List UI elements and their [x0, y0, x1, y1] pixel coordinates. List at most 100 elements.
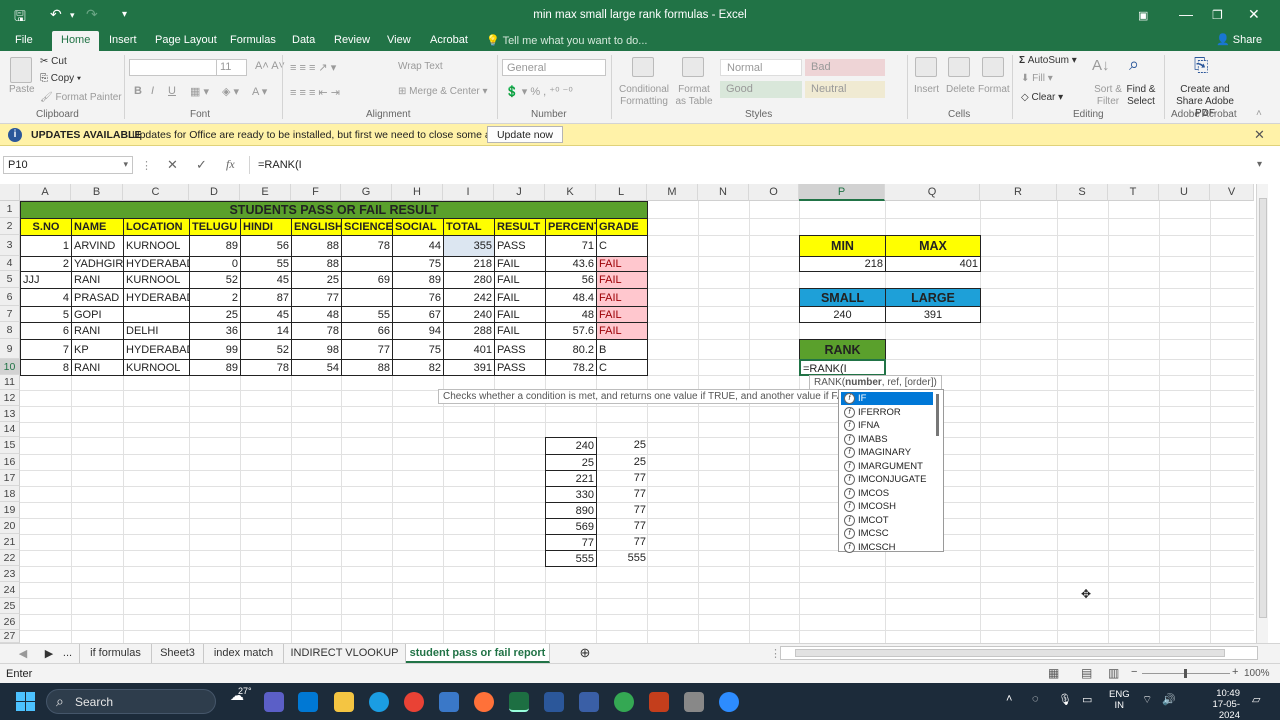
table-cell[interactable]: 355 — [443, 235, 495, 257]
autocomplete-item[interactable]: f IMCOSH — [841, 500, 933, 513]
table-cell[interactable]: FAIL — [596, 256, 648, 272]
autocomplete-item[interactable]: f IMABS — [841, 433, 933, 446]
column-header-h[interactable]: H — [392, 184, 443, 201]
column-header-e[interactable]: E — [240, 184, 291, 201]
number-format-dropdown[interactable]: General — [502, 59, 606, 76]
table-cell[interactable]: ARVIND — [71, 235, 124, 257]
autocomplete-item[interactable]: f IMCSC — [841, 527, 933, 540]
row-header-15[interactable]: 15 — [0, 437, 20, 454]
column-header-i[interactable]: I — [443, 184, 494, 201]
table-cell[interactable]: PRASAD — [71, 288, 124, 307]
table-cell[interactable]: 56 — [240, 235, 292, 257]
table-cell[interactable]: 0 — [189, 256, 241, 272]
style-bad[interactable]: Bad — [805, 59, 885, 76]
table-cell[interactable]: 280 — [443, 271, 495, 289]
fill-button[interactable]: ⬇ Fill ▾ — [1021, 73, 1053, 84]
number-format-icons[interactable]: 💲 ▾ % , ⁺⁰ ⁻⁰ — [505, 85, 573, 98]
sheet-tab-if-formulas[interactable]: if formulas — [80, 644, 152, 663]
autocomplete-item[interactable]: f IF — [841, 392, 933, 405]
wifi-icon[interactable]: ⌔ — [1142, 693, 1152, 707]
font-name-box[interactable] — [129, 59, 217, 76]
style-neutral[interactable]: Neutral — [805, 81, 885, 98]
worksheet-grid[interactable]: STUDENTS PASS OR FAIL RESULT S.NO NAME LOCA… — [20, 201, 1254, 643]
file-explorer-icon[interactable] — [334, 692, 354, 712]
row-header-16[interactable]: 16 — [0, 454, 20, 470]
column-header-r[interactable]: R — [980, 184, 1057, 201]
delete-cells-button[interactable]: Delete — [946, 84, 975, 95]
font-color-icon[interactable]: A ▾ — [252, 85, 267, 98]
table-cell[interactable]: 391 — [443, 359, 495, 376]
page-layout-view-icon[interactable]: ▤ — [1081, 666, 1092, 680]
table-header-cell[interactable]: NAME — [71, 218, 124, 236]
autocomplete-item[interactable]: f IMARGUMENT — [841, 460, 933, 473]
ribbon-display-icon[interactable]: ▣ — [1138, 9, 1148, 22]
table-cell[interactable]: 8 — [20, 359, 72, 376]
table-cell[interactable]: 54 — [291, 359, 342, 376]
side-list-value-cell[interactable]: 240 — [545, 437, 597, 455]
autocomplete-item[interactable]: f IMCSCH — [841, 541, 933, 554]
table-cell[interactable]: HYDERABAD — [123, 339, 190, 360]
sheet-tab-more[interactable]: ... — [56, 644, 80, 663]
table-cell[interactable]: FAIL — [596, 288, 648, 307]
column-header-u[interactable]: U — [1159, 184, 1210, 201]
column-header-v[interactable]: V — [1210, 184, 1254, 201]
autosum-button[interactable]: Σ AutoSum ▾ — [1019, 55, 1077, 66]
italic-icon[interactable]: I — [151, 85, 154, 97]
table-cell[interactable]: KURNOOL — [123, 359, 190, 376]
table-cell[interactable]: 66 — [341, 322, 393, 340]
table-cell[interactable]: C — [596, 359, 648, 376]
side-list-value-cell[interactable]: 569 — [545, 518, 597, 535]
underline-icon[interactable]: U — [168, 85, 176, 97]
table-cell[interactable]: 76 — [392, 288, 444, 307]
column-header-k[interactable]: K — [545, 184, 596, 201]
side-list-result-cell[interactable]: 77 — [596, 470, 648, 487]
table-cell[interactable]: 94 — [392, 322, 444, 340]
mail-icon[interactable] — [298, 692, 318, 712]
column-header-g[interactable]: G — [341, 184, 392, 201]
table-cell[interactable]: 57.6 — [545, 322, 597, 340]
store-icon[interactable] — [439, 692, 459, 712]
row-header-12[interactable]: 12 — [0, 390, 20, 406]
table-cell[interactable]: C — [596, 235, 648, 257]
table-cell[interactable]: 218 — [443, 256, 495, 272]
table-cell[interactable]: 88 — [291, 256, 342, 272]
row-header-13[interactable]: 13 — [0, 406, 20, 422]
row-header-27[interactable]: 27 — [0, 630, 20, 643]
table-cell[interactable]: 48 — [545, 306, 597, 323]
table-cell[interactable]: 89 — [189, 235, 241, 257]
row-header-26[interactable]: 26 — [0, 614, 20, 630]
font-size-box[interactable]: 11 — [216, 59, 247, 76]
tray-overflow-icon[interactable]: ˄ — [1006, 693, 1012, 705]
table-cell[interactable] — [341, 288, 393, 307]
row-header-25[interactable]: 25 — [0, 598, 20, 614]
table-header-cell[interactable]: RESULT — [494, 218, 546, 236]
table-cell[interactable]: 98 — [291, 339, 342, 360]
table-cell[interactable]: 89 — [189, 359, 241, 376]
side-list-value-cell[interactable]: 77 — [545, 534, 597, 551]
rank-formula-edit-cell[interactable]: =RANK(I — [799, 359, 886, 376]
tray-app-icon[interactable]: ◌ — [1032, 693, 1039, 705]
row-header-7[interactable]: 7 — [0, 306, 20, 322]
table-header-cell[interactable]: SCIENCE — [341, 218, 393, 236]
mic-icon[interactable]: 🎙 — [1058, 693, 1072, 706]
delete-cells-icon[interactable] — [948, 57, 970, 77]
powerpoint-icon[interactable] — [649, 692, 669, 712]
column-header-j[interactable]: J — [494, 184, 545, 201]
table-cell[interactable]: 71 — [545, 235, 597, 257]
close-icon[interactable]: ✕ — [1248, 6, 1260, 23]
start-icon[interactable] — [16, 692, 36, 712]
small-label-cell[interactable]: SMALL — [799, 288, 886, 307]
table-cell[interactable]: 240 — [443, 306, 495, 323]
table-cell[interactable]: 48 — [291, 306, 342, 323]
table-header-cell[interactable]: TOTAL — [443, 218, 495, 236]
table-cell[interactable]: 7 — [20, 339, 72, 360]
table-cell[interactable]: FAIL — [494, 256, 546, 272]
autocomplete-scrollbar[interactable] — [936, 394, 939, 436]
table-cell[interactable]: 69 — [341, 271, 393, 289]
column-header-o[interactable]: O — [749, 184, 799, 201]
tab-formulas[interactable]: Formulas — [230, 34, 276, 46]
column-header-s[interactable]: S — [1057, 184, 1108, 201]
table-cell[interactable]: PASS — [494, 359, 546, 376]
cut-button[interactable]: ✂ Cut — [40, 56, 67, 67]
autocomplete-item[interactable]: f IFERROR — [841, 406, 933, 419]
